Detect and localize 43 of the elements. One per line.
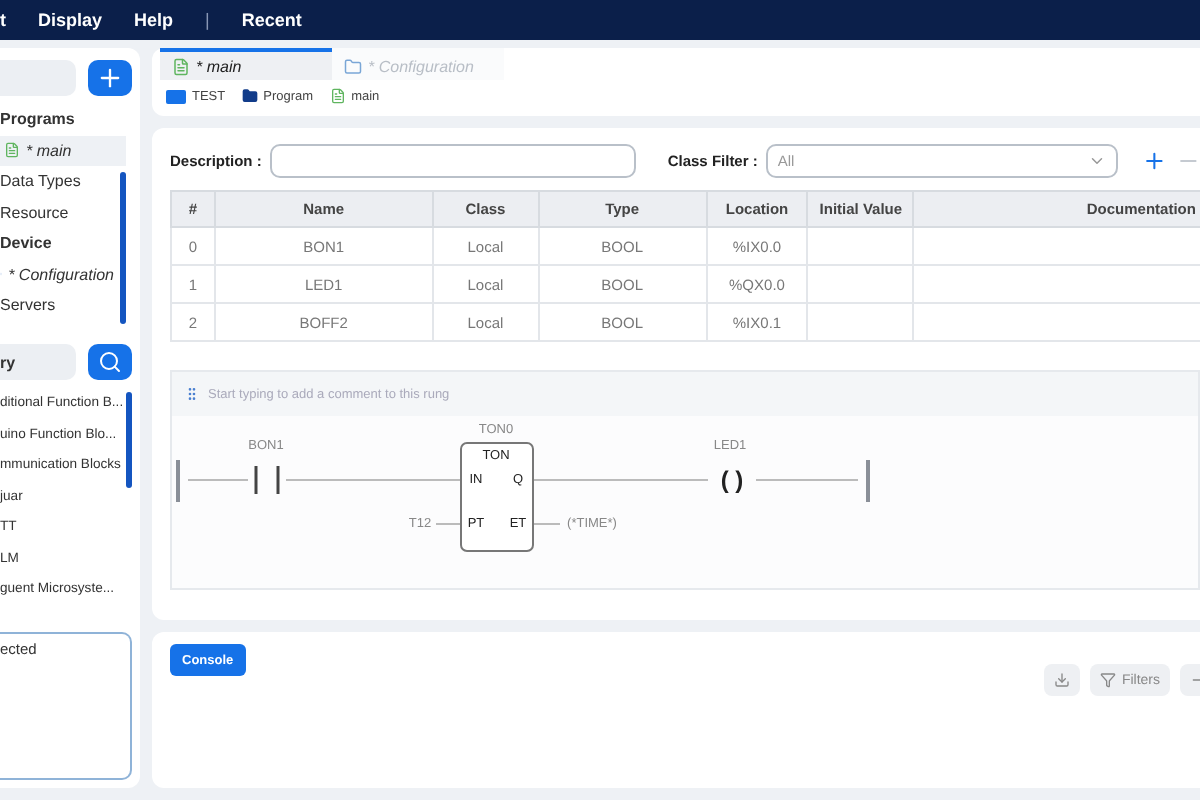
contact-drawing[interactable] [254, 466, 280, 494]
tree-item[interactable]: * main [0, 135, 126, 166]
download-icon [1053, 672, 1070, 688]
plus-icon [96, 64, 124, 92]
tree-item-label: Data Types [0, 172, 81, 191]
library-search-field[interactable]: ry [0, 344, 76, 380]
tree-item-label: * main [26, 141, 72, 160]
search-icon [98, 350, 122, 374]
description-input[interactable] [269, 144, 636, 178]
coil-symbol[interactable]: ( ) [720, 466, 744, 494]
tree-item[interactable]: Resource [0, 197, 126, 228]
menu-item[interactable]: t [0, 10, 6, 30]
tree-item[interactable]: * Configuration [0, 259, 126, 290]
tree-item[interactable]: Programs [0, 104, 126, 135]
add-button[interactable] [88, 60, 132, 96]
menu-item[interactable]: Display [38, 10, 103, 30]
chevron-down-icon [1088, 152, 1107, 170]
file-icon [329, 88, 346, 104]
tree-item-label: Programs [0, 110, 75, 129]
tree-item-label: Device [0, 234, 52, 253]
tab-label: * Configuration [368, 57, 474, 75]
download-button[interactable] [1043, 664, 1080, 696]
filter-icon [1099, 672, 1116, 688]
file-icon [172, 57, 190, 75]
search-button[interactable] [88, 344, 132, 380]
menu-item[interactable]: Recent [241, 10, 302, 30]
menu-item[interactable]: Help [134, 10, 174, 30]
tree-item-label: Resource [0, 203, 69, 222]
tree-item[interactable]: Data Types [0, 166, 126, 197]
tab-label: * main [196, 57, 242, 75]
tree-item-label: Servers [0, 296, 56, 315]
scrollbar[interactable] [120, 172, 126, 324]
add-icon[interactable] [1142, 148, 1168, 174]
menu-separator: | [205, 10, 210, 30]
tree-item[interactable]: Servers [0, 290, 126, 321]
tree-item[interactable]: Device [0, 228, 126, 259]
editor-tab[interactable]: * main [160, 48, 332, 80]
drag-handle-icon[interactable] [184, 386, 200, 402]
project-icon [166, 89, 186, 103]
scrollbar[interactable] [126, 392, 132, 488]
file-icon [4, 142, 20, 159]
tree-item-label: * Configuration [8, 265, 114, 284]
function-block[interactable] [460, 442, 534, 552]
